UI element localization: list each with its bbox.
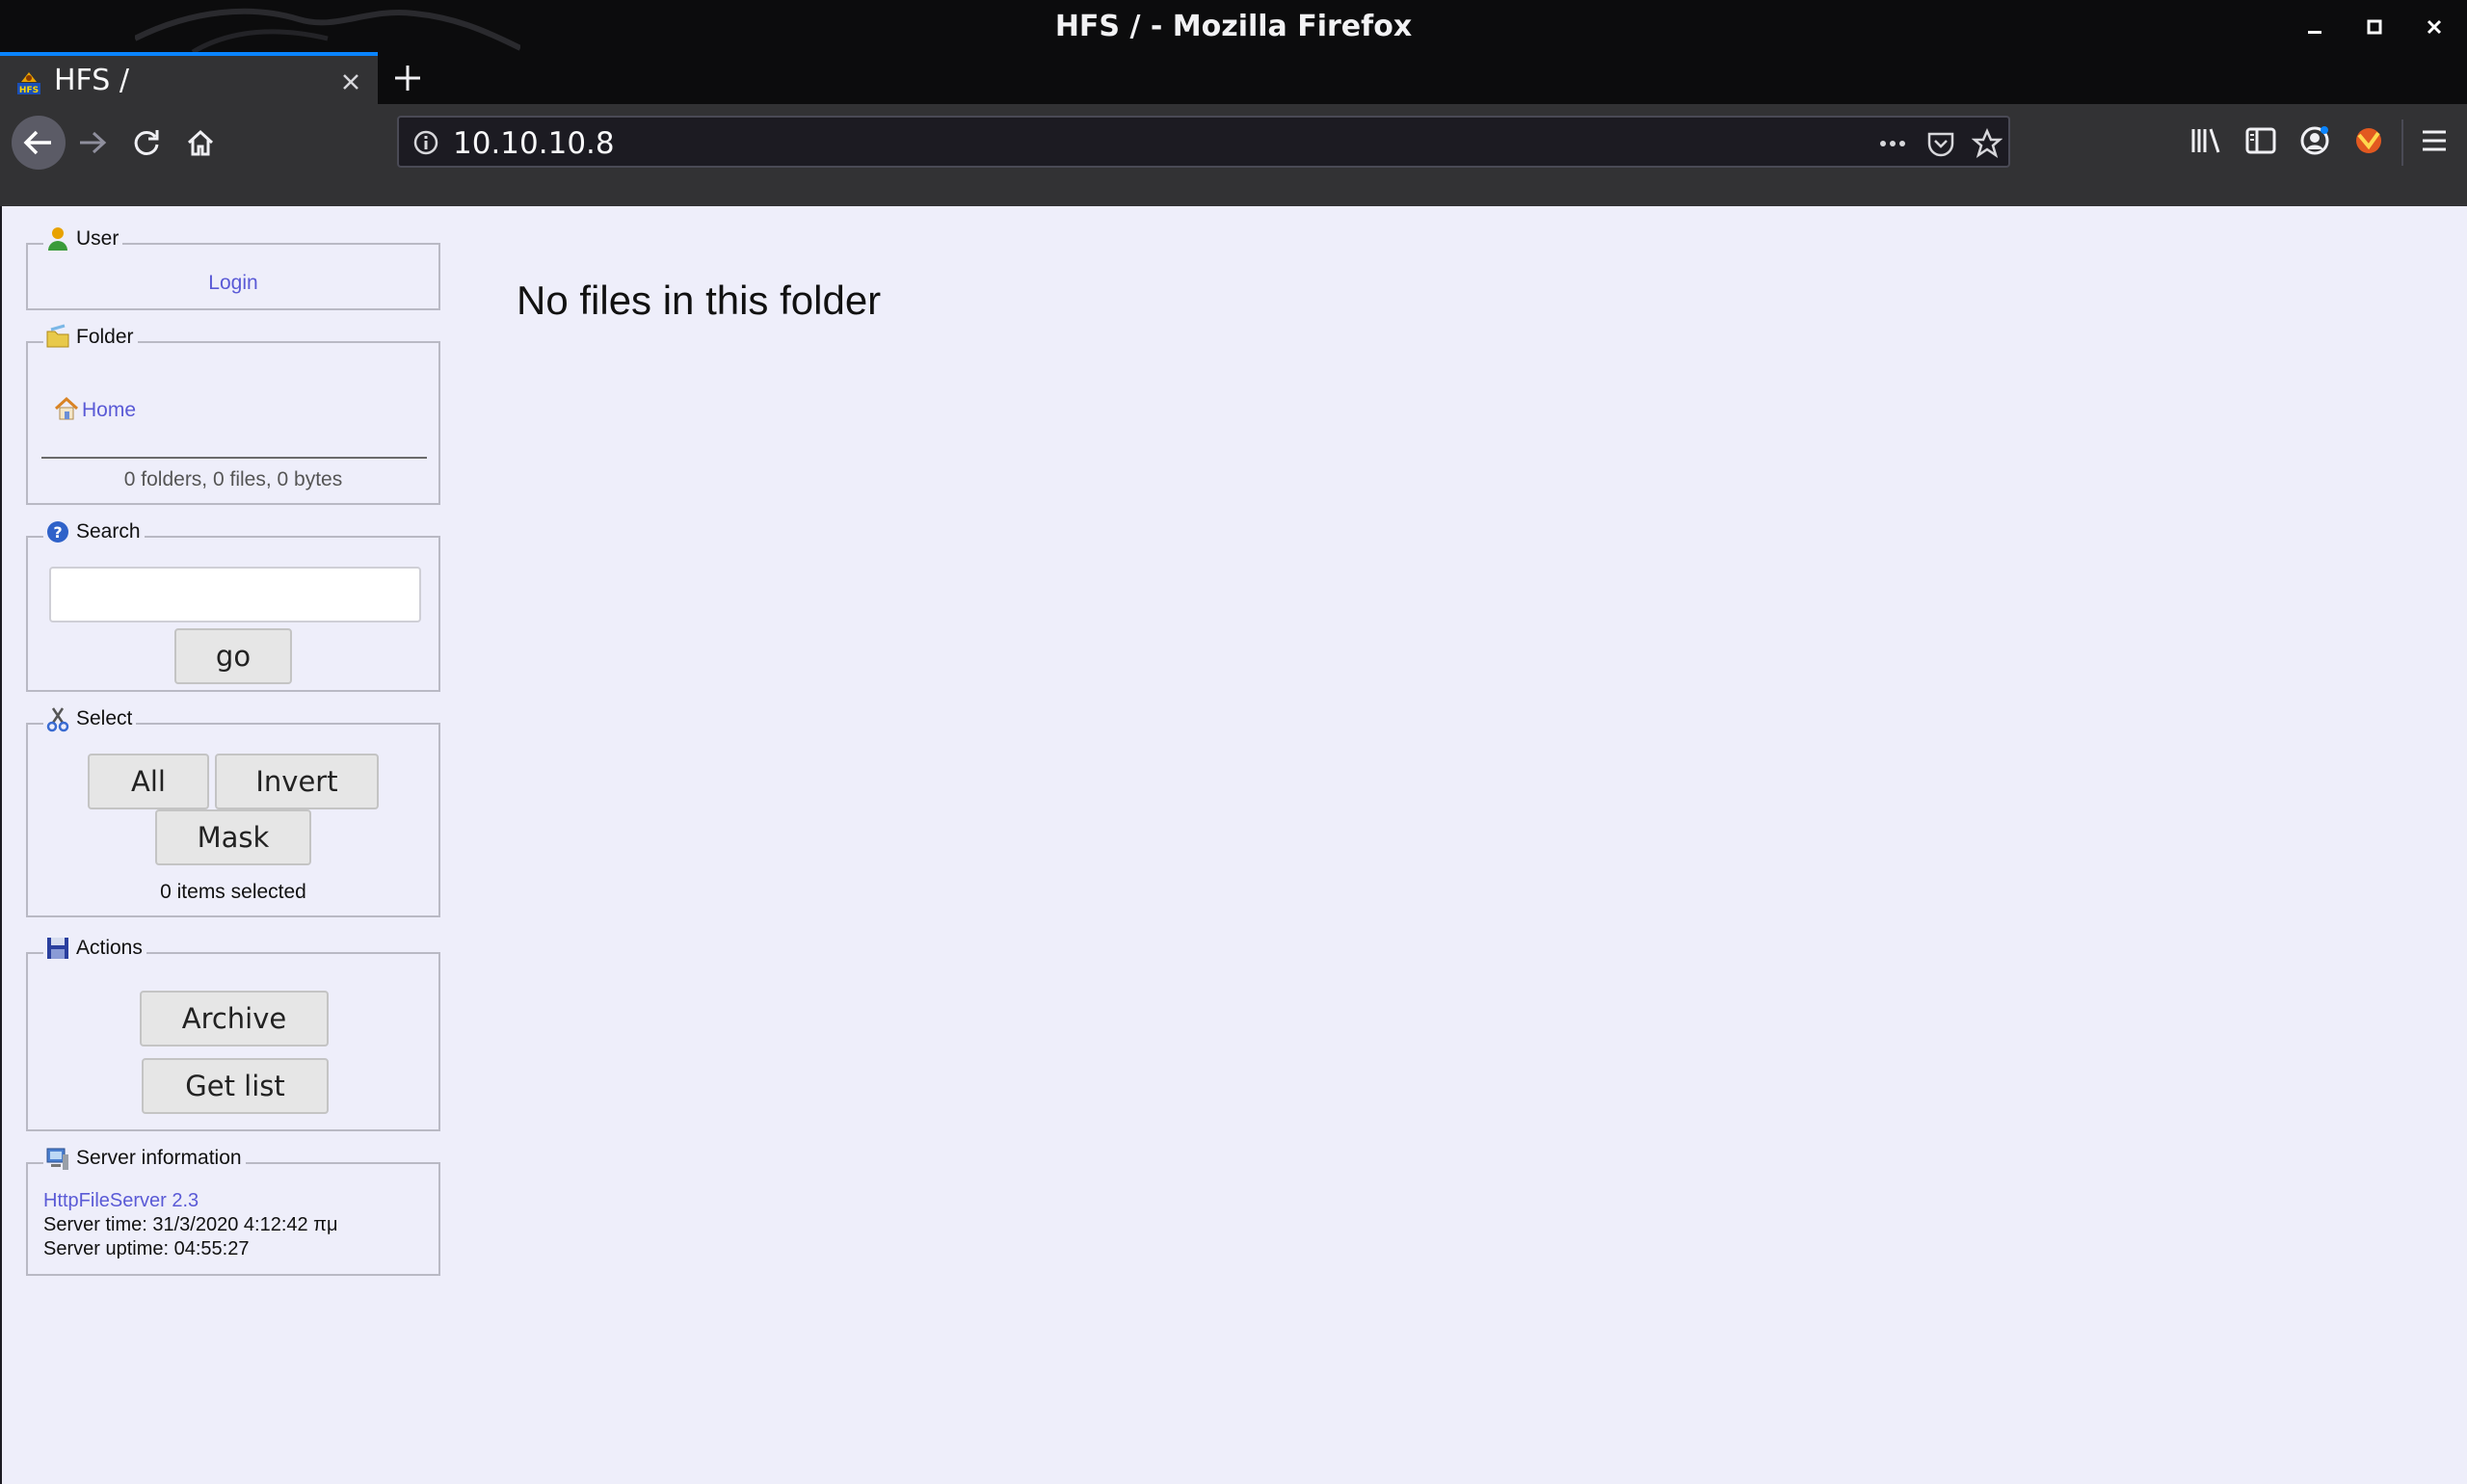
info-icon[interactable]	[412, 129, 439, 156]
tab-close-icon[interactable]	[337, 68, 364, 95]
folder-icon	[46, 324, 69, 348]
archive-button[interactable]: Archive	[140, 991, 329, 1047]
forward-button[interactable]	[69, 119, 116, 166]
folder-legend-label: Folder	[76, 326, 134, 348]
extension-icon[interactable]	[2349, 121, 2388, 160]
home-link[interactable]: Home	[82, 399, 136, 422]
actions-panel: Actions Archive Get list	[26, 931, 440, 1131]
window-titlebar: HFS / - Mozilla Firefox	[0, 0, 2467, 52]
close-window-button[interactable]	[2415, 8, 2454, 46]
home-button[interactable]	[177, 119, 224, 166]
folder-panel: Folder Home 0 folders, 0 files, 0 bytes	[26, 320, 440, 505]
maximize-button[interactable]	[2355, 8, 2394, 46]
actions-legend: Actions	[43, 931, 146, 966]
hfs-favicon-icon: HFS	[17, 72, 40, 95]
reload-icon	[134, 130, 159, 155]
no-files-heading: No files in this folder	[517, 278, 882, 323]
sidebar-icon[interactable]	[2242, 121, 2280, 160]
account-icon[interactable]	[2295, 121, 2334, 160]
invert-selection-button[interactable]: Invert	[215, 754, 379, 809]
user-legend: User	[43, 222, 123, 256]
server-uptime: Server uptime: 04:55:27	[43, 1238, 250, 1259]
user-legend-label: User	[76, 227, 119, 250]
url-bar[interactable]: 10.10.10.8	[397, 116, 2010, 168]
mask-button[interactable]: Mask	[155, 809, 311, 865]
home-folder-icon	[54, 396, 79, 420]
nav-toolbar: 10.10.10.8	[0, 104, 2467, 206]
server-info-legend: Server information	[43, 1141, 246, 1176]
server-info-body: HttpFileServer 2.3 Server time: 31/3/202…	[43, 1189, 338, 1261]
tab-hfs[interactable]: HFS HFS /	[0, 52, 378, 104]
pocket-icon[interactable]	[1925, 128, 1956, 159]
toolbar-separator	[2401, 119, 2403, 166]
arrow-right-icon	[80, 131, 107, 154]
minimize-button[interactable]	[2295, 8, 2334, 46]
page-content: User Login Folder Home 0 folders, 0 file…	[2, 206, 2467, 1484]
new-tab-icon[interactable]	[391, 62, 424, 94]
search-legend-label: Search	[76, 520, 141, 543]
tab-bar: HFS HFS /	[0, 52, 2467, 104]
select-legend: Select	[43, 702, 137, 736]
folder-legend: Folder	[43, 320, 138, 355]
minimize-icon	[2308, 31, 2321, 34]
selection-status: 0 items selected	[160, 881, 306, 903]
home-icon	[187, 129, 214, 156]
server-info-legend-label: Server information	[76, 1147, 242, 1169]
folder-summary: 0 folders, 0 files, 0 bytes	[123, 468, 343, 490]
login-link[interactable]: Login	[208, 272, 257, 294]
reload-button[interactable]	[123, 119, 170, 166]
user-icon	[48, 227, 67, 251]
hamburger-menu-icon[interactable]	[2415, 121, 2454, 160]
svg-text:?: ?	[53, 523, 62, 542]
select-all-button[interactable]: All	[88, 754, 209, 809]
select-panel: Select All Invert Mask 0 items selected	[26, 702, 440, 917]
go-button[interactable]: go	[174, 628, 292, 684]
home-link-row[interactable]: Home	[53, 395, 136, 422]
page-actions-icon[interactable]	[1877, 128, 1908, 159]
hfs-version-link[interactable]: HttpFileServer 2.3	[43, 1189, 338, 1213]
server-time: Server time: 31/3/2020 4:12:42 πμ	[43, 1214, 338, 1235]
arrow-left-icon	[23, 130, 51, 155]
url-text[interactable]: 10.10.10.8	[453, 126, 615, 161]
user-panel: User Login	[26, 222, 440, 310]
bookmark-star-icon[interactable]	[1972, 128, 2003, 159]
back-button[interactable]	[12, 116, 66, 170]
search-panel: ? Search go	[26, 515, 440, 692]
save-disk-icon	[47, 938, 68, 959]
get-list-button[interactable]: Get list	[142, 1058, 329, 1114]
tab-title: HFS /	[54, 64, 129, 97]
help-icon: ?	[47, 521, 68, 543]
maximize-icon	[2367, 19, 2382, 35]
search-input[interactable]	[49, 567, 421, 623]
folder-divider	[41, 457, 427, 459]
close-icon	[2427, 19, 2442, 35]
select-legend-label: Select	[76, 707, 133, 729]
server-info-panel: Server information HttpFileServer 2.3 Se…	[26, 1141, 440, 1276]
scissors-icon	[46, 707, 69, 732]
actions-legend-label: Actions	[76, 937, 143, 959]
server-computer-icon	[46, 1148, 68, 1170]
svg-text:HFS: HFS	[19, 86, 39, 95]
search-legend: ? Search	[43, 515, 145, 549]
library-icon[interactable]	[2188, 121, 2226, 160]
window-title: HFS / - Mozilla Firefox	[1054, 10, 1413, 43]
